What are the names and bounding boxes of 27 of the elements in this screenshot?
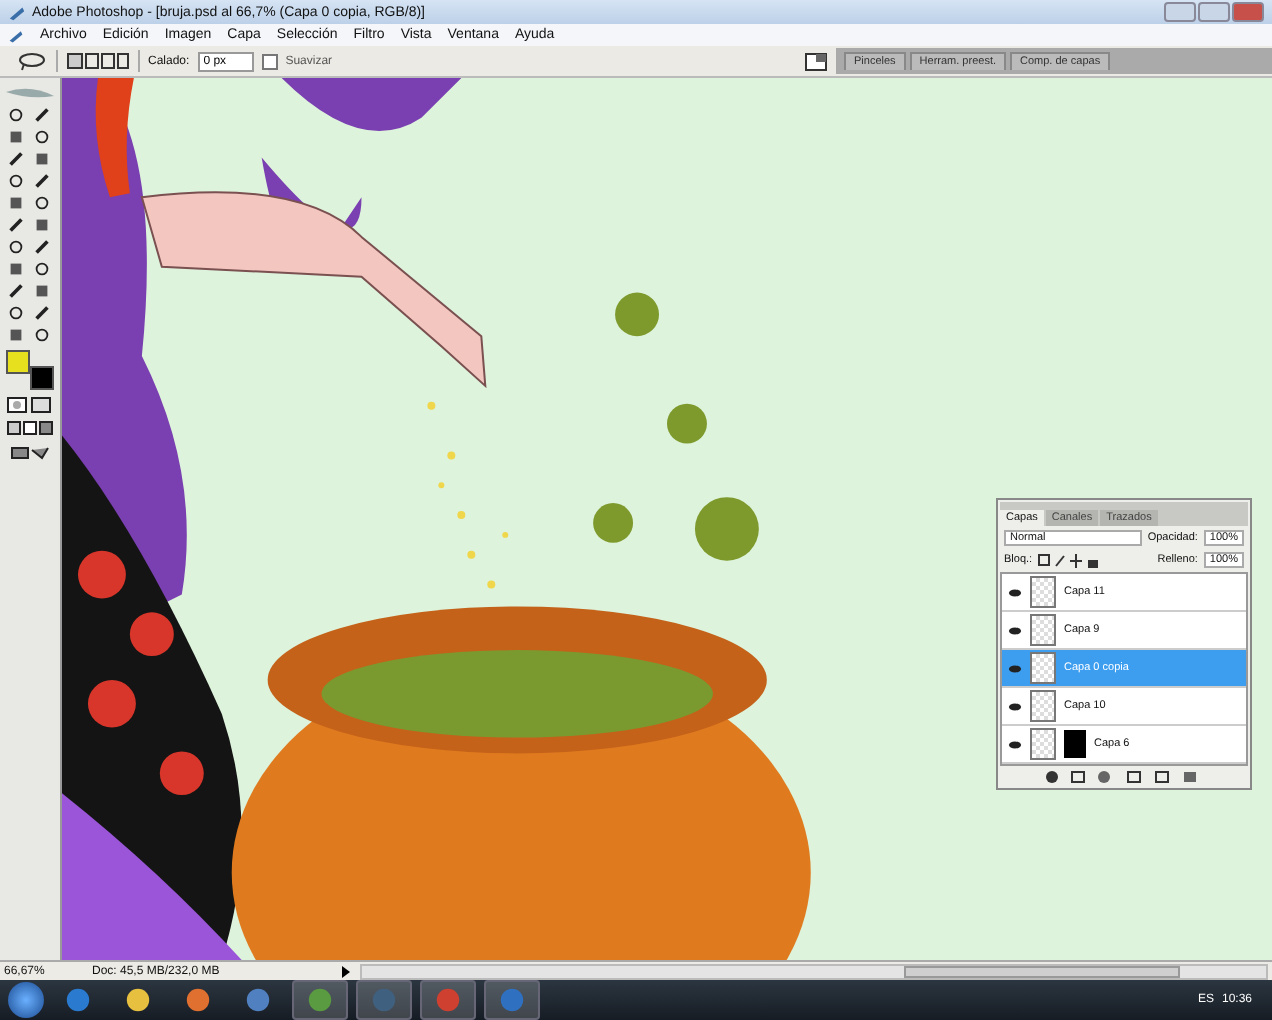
bubble (667, 403, 707, 444)
background-swatch[interactable] (30, 366, 54, 390)
eye-icon[interactable] (1008, 739, 1022, 749)
antialias-checkbox[interactable] (261, 53, 278, 69)
layer-thumbnail (1030, 576, 1056, 608)
eye-icon[interactable] (1008, 701, 1022, 711)
screen-mode-icon[interactable] (6, 420, 54, 438)
eye-icon[interactable] (1008, 663, 1022, 673)
foreground-swatch[interactable] (6, 350, 30, 374)
lasso-icon[interactable] (16, 51, 48, 71)
quick-mask-icon[interactable] (6, 396, 54, 414)
bubble (694, 497, 759, 561)
eye-icon[interactable] (1008, 625, 1022, 635)
start-button[interactable] (8, 982, 44, 1018)
bubble (593, 503, 634, 543)
horizontal-scrollbar[interactable] (360, 963, 1268, 979)
eye-icon[interactable] (1008, 587, 1022, 597)
lock-options-icon[interactable] (1038, 553, 1099, 567)
feather-icon (4, 84, 56, 100)
layer-thumbnail (1030, 690, 1056, 722)
bubble (615, 292, 659, 337)
layer-thumbnail (1030, 614, 1056, 646)
selection-mode-icon[interactable] (66, 51, 130, 71)
layer-thumbnail (1030, 728, 1056, 760)
palette-well-icon[interactable] (804, 51, 828, 71)
layer-thumbnail (1030, 652, 1056, 684)
jump-to-icon[interactable] (6, 444, 54, 462)
